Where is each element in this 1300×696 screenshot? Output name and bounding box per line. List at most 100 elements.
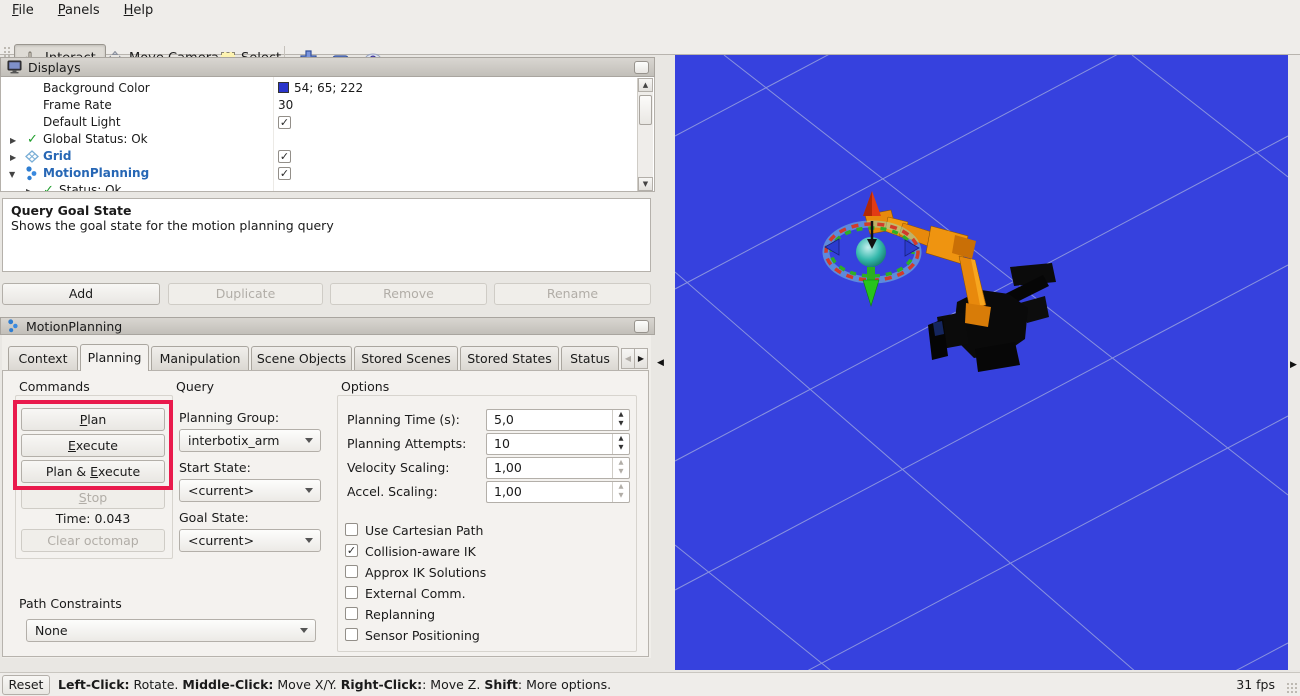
viewport-right-gutter: ▶ (1288, 55, 1300, 670)
tree-row-global-status[interactable]: ▶ ✓ Global Status: Ok (1, 131, 638, 148)
plan-button[interactable]: Plan (21, 408, 165, 431)
remove-display-button[interactable]: Remove (330, 283, 487, 305)
3d-scene (675, 55, 1288, 670)
replanning-checkbox[interactable] (345, 607, 358, 620)
path-constraints-label: Path Constraints (19, 596, 122, 611)
planning-tab-pane: Commands Plan Execute Plan & Execute Sto… (2, 370, 649, 657)
displays-panel-header[interactable]: Displays (0, 57, 655, 77)
mouse-hints: Left-Click: Rotate. Middle-Click: Move X… (58, 677, 611, 692)
tree-row-default-light[interactable]: Default Light (1, 114, 638, 131)
tab-scroll-right-icon[interactable]: ▶ (634, 348, 648, 369)
execute-button[interactable]: Execute (21, 434, 165, 457)
collapse-arrow-icon[interactable]: ▼ (9, 166, 15, 183)
expand-arrow-icon[interactable]: ▶ (10, 132, 16, 149)
tab-planning[interactable]: Planning (80, 344, 149, 371)
splitter-expand-right-icon[interactable]: ▶ (1290, 360, 1297, 370)
panel-float-button[interactable] (634, 61, 649, 74)
path-constraints-select[interactable]: None (26, 619, 316, 642)
chevron-down-icon (300, 628, 308, 633)
tab-stored-states[interactable]: Stored States (460, 346, 559, 370)
tree-row-grid[interactable]: ▶ Grid (1, 148, 638, 165)
velocity-scaling-input[interactable]: 1,00 ▲▼ (486, 457, 630, 479)
chevron-down-icon (305, 438, 313, 443)
tab-context[interactable]: Context (8, 346, 78, 370)
menu-bar: File Panels Help (0, 0, 1300, 20)
planning-attempts-input[interactable]: 10 ▲▼ (486, 433, 630, 455)
rviz-window: File Panels Help Interact Move Camera S (0, 0, 1300, 696)
reset-button[interactable]: Reset (2, 675, 50, 695)
accel-scaling-label: Accel. Scaling: (347, 484, 438, 499)
panel-float-button[interactable] (634, 320, 649, 333)
translate-arrow-down[interactable] (863, 280, 879, 306)
clear-octomap-button[interactable]: Clear octomap (21, 529, 165, 552)
toolbar: Interact Move Camera Select (0, 20, 1300, 55)
robot-current-state (928, 263, 1056, 372)
expand-arrow-icon[interactable]: ▶ (10, 149, 16, 166)
3d-viewport[interactable] (675, 55, 1288, 670)
tab-status[interactable]: Status (561, 346, 619, 370)
fps-counter: 31 fps (1236, 677, 1275, 692)
checkbox[interactable] (278, 116, 291, 129)
menu-panels[interactable]: Panels (46, 1, 112, 20)
menu-help[interactable]: Help (112, 1, 166, 20)
display-monitor-icon (7, 60, 22, 74)
plan-time-label: Time: 0.043 (21, 511, 165, 526)
spinner-arrows-icon[interactable]: ▲▼ (612, 458, 629, 478)
approx-ik-solutions-checkbox[interactable] (345, 565, 358, 578)
color-swatch (278, 82, 289, 93)
splitter-collapse-left-icon[interactable]: ◀ (657, 358, 664, 368)
planning-attempts-label: Planning Attempts: (347, 436, 466, 451)
property-description: Shows the goal state for the motion plan… (11, 218, 642, 233)
status-ok-check-icon: ✓ (43, 182, 54, 192)
duplicate-display-button[interactable]: Duplicate (168, 283, 323, 305)
tab-manipulation[interactable]: Manipulation (151, 346, 249, 370)
planning-time-input[interactable]: 5,0 ▲▼ (486, 409, 630, 431)
collision-aware-ik-checkbox[interactable] (345, 544, 358, 557)
plan-and-execute-button[interactable]: Plan & Execute (21, 460, 165, 483)
window-resize-grip[interactable] (1286, 682, 1298, 694)
planning-group-select[interactable]: interbotix_arm (179, 429, 321, 452)
checkbox[interactable] (278, 167, 291, 180)
grid-icon (25, 150, 39, 163)
menu-file[interactable]: File (0, 1, 46, 20)
chevron-down-icon (305, 538, 313, 543)
accel-scaling-input[interactable]: 1,00 ▲▼ (486, 481, 630, 503)
add-display-button[interactable]: Add (2, 283, 160, 305)
tree-scrollbar[interactable]: ▲ ▼ (637, 78, 653, 191)
tree-row-status-ok[interactable]: ▶ ✓ Status: Ok (1, 182, 638, 192)
planning-time-label: Planning Time (s): (347, 412, 460, 427)
goal-state-label: Goal State: (179, 510, 249, 525)
goal-state-select[interactable]: <current> (179, 529, 321, 552)
scrollbar-thumb[interactable] (639, 95, 652, 125)
displays-tree: Background Color 54; 65; 222 Frame Rate … (0, 77, 655, 192)
motionplanning-panel-title: MotionPlanning (26, 319, 122, 334)
start-state-label: Start State: (179, 460, 251, 475)
scroll-up-icon[interactable]: ▲ (638, 78, 653, 92)
status-bar: Reset Left-Click: Rotate. Middle-Click: … (0, 672, 1300, 696)
tab-stored-scenes[interactable]: Stored Scenes (354, 346, 458, 370)
options-section-label: Options (341, 379, 389, 394)
start-state-select[interactable]: <current> (179, 479, 321, 502)
spinner-arrows-icon[interactable]: ▲▼ (612, 434, 629, 454)
expand-arrow-icon[interactable]: ▶ (26, 183, 32, 192)
spinner-arrows-icon[interactable]: ▲▼ (612, 482, 629, 502)
tree-row-background-color[interactable]: Background Color 54; 65; 222 (1, 80, 638, 97)
tree-row-frame-rate[interactable]: Frame Rate 30 (1, 97, 638, 114)
checkbox[interactable] (278, 150, 291, 163)
tab-scroll-left-icon[interactable]: ◀ (621, 348, 635, 369)
property-title: Query Goal State (11, 203, 642, 218)
planning-group-label: Planning Group: (179, 410, 279, 425)
spinner-arrows-icon[interactable]: ▲▼ (612, 410, 629, 430)
interactive-marker[interactable] (825, 191, 919, 306)
stop-button[interactable]: Stop (21, 486, 165, 509)
motionplanning-panel-header[interactable]: MotionPlanning (0, 317, 655, 335)
sensor-positioning-checkbox[interactable] (345, 628, 358, 641)
rename-display-button[interactable]: Rename (494, 283, 651, 305)
status-ok-check-icon: ✓ (27, 131, 38, 148)
use-cartesian-path-checkbox[interactable] (345, 523, 358, 536)
commands-section-label: Commands (19, 379, 90, 394)
tab-scene-objects[interactable]: Scene Objects (251, 346, 352, 370)
tree-row-motionplanning[interactable]: ▼ MotionPlanning (1, 165, 638, 182)
external-comm-checkbox[interactable] (345, 586, 358, 599)
scroll-down-icon[interactable]: ▼ (638, 177, 653, 191)
